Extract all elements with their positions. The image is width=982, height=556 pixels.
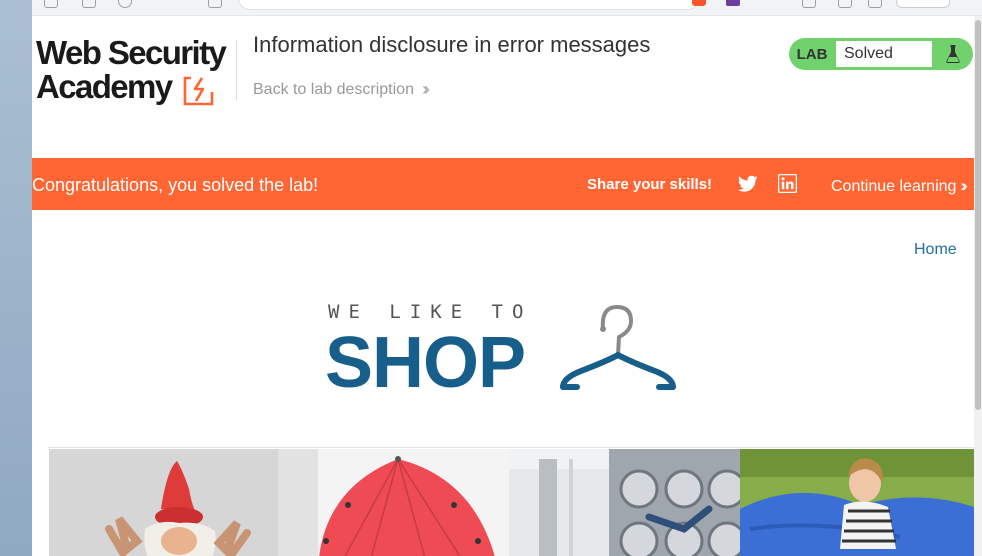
shop-logo-word: SHOP xyxy=(325,323,526,403)
chevron-right-icon: ›› xyxy=(960,176,968,195)
lab-status-text: Solved xyxy=(835,40,933,68)
product-image-gnome[interactable] xyxy=(49,449,278,556)
header-divider xyxy=(236,40,237,100)
lab-tag: LAB xyxy=(796,45,828,63)
extensions-puzzle-icon[interactable] xyxy=(802,0,816,8)
bookmark-icon[interactable] xyxy=(208,0,222,8)
logo-badge-icon xyxy=(183,76,214,106)
sidebar-icon[interactable] xyxy=(868,0,882,8)
back-nav-icon[interactable] xyxy=(44,0,58,8)
logo-line-2: Academy xyxy=(36,68,173,105)
page-scrollbar[interactable] xyxy=(974,16,982,556)
lab-status-widget: LAB Solved xyxy=(789,38,973,70)
product-image-bean-bag[interactable] xyxy=(740,449,974,556)
product-grid xyxy=(48,447,974,556)
product-image-umbrella[interactable] xyxy=(278,449,509,556)
reload-icon[interactable] xyxy=(118,0,132,8)
share-skills-label: Share your skills! xyxy=(587,176,713,193)
web-page: Web Security Academy Information disclos… xyxy=(32,16,974,556)
linkedin-icon[interactable] xyxy=(778,174,797,193)
profile-button[interactable] xyxy=(896,0,950,8)
hanger-icon xyxy=(560,304,676,390)
home-link[interactable]: Home xyxy=(914,241,957,259)
continue-learning-label: Continue learning xyxy=(831,178,957,195)
forward-nav-icon[interactable] xyxy=(82,0,96,8)
back-link-label: Back to lab description xyxy=(253,80,414,98)
lab-header: Web Security Academy Information disclos… xyxy=(32,16,974,158)
product-image-laundromat[interactable] xyxy=(509,449,740,556)
lab-title: Information disclosure in error messages xyxy=(253,32,651,57)
extension-icon[interactable] xyxy=(726,0,740,6)
brave-shield-icon[interactable] xyxy=(692,0,706,6)
we-like-to-shop-logo: WE LIKE TO SHOP xyxy=(325,299,687,403)
shop-logo-tagline: WE LIKE TO xyxy=(328,301,533,323)
browser-toolbar xyxy=(32,0,982,16)
scrollbar-thumb[interactable] xyxy=(975,20,981,410)
logo-line-1: Web Security xyxy=(36,34,227,71)
chevron-right-icon: ›› xyxy=(421,79,430,99)
back-to-lab-description-link[interactable]: Back to lab description ›› xyxy=(253,79,430,100)
continue-learning-link[interactable]: Continue learning ›› xyxy=(831,176,968,196)
congratulations-message: Congratulations, you solved the lab! xyxy=(32,175,319,195)
desktop-background xyxy=(0,0,32,556)
flask-icon xyxy=(933,44,973,64)
twitter-icon[interactable] xyxy=(738,175,758,193)
address-bar[interactable] xyxy=(238,0,700,10)
solved-banner: Congratulations, you solved the lab! Sha… xyxy=(32,158,974,210)
download-icon[interactable] xyxy=(838,0,852,8)
web-security-academy-logo[interactable]: Web Security Academy xyxy=(36,36,236,110)
